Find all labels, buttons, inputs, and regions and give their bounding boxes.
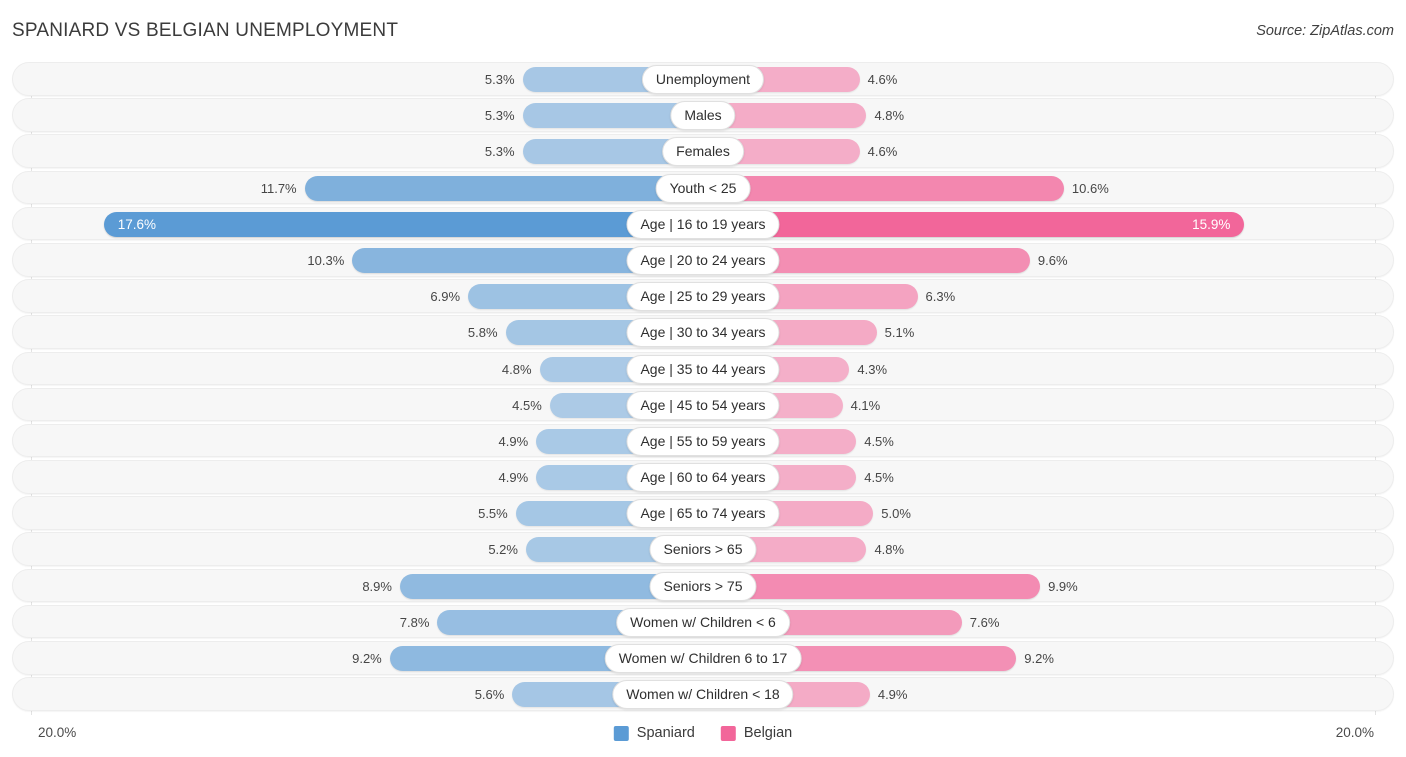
value-label-spaniard: 5.6% [474, 687, 505, 703]
value-label-belgian: 9.2% [1024, 651, 1054, 666]
chart-header: SPANIARD VS BELGIAN UNEMPLOYMENT Source:… [0, 0, 1406, 60]
category-label[interactable]: Women w/ Children < 18 [612, 680, 794, 710]
value-label-spaniard: 10.3% [307, 252, 345, 268]
value-label-spaniard: 17.6% [117, 216, 157, 232]
bar-belgian [703, 211, 1245, 237]
category-label[interactable]: Unemployment [641, 65, 765, 94]
bar-row[interactable]: 4.8% 4.3% Age | 35 to 44 years [12, 351, 1394, 386]
value-label-spaniard: 9.2% [352, 651, 382, 666]
bar-row[interactable]: 4.5% 4.1% Age | 45 to 54 years [12, 387, 1394, 422]
bar-row[interactable]: 11.7% 10.6% Youth < 25 [12, 170, 1394, 205]
value-label-belgian: 4.5% [864, 470, 894, 486]
category-label[interactable]: Seniors > 65 [649, 535, 757, 565]
legend-swatch-icon [613, 725, 629, 741]
value-label-spaniard: 4.9% [498, 470, 529, 486]
category-label[interactable]: Seniors > 75 [649, 571, 757, 601]
category-label[interactable]: Youth < 25 [655, 173, 751, 203]
value-label-belgian: 9.9% [1048, 578, 1078, 594]
value-label-belgian: 15.9% [1192, 216, 1231, 232]
legend-swatch-icon [720, 725, 736, 741]
value-label-spaniard: 5.2% [488, 542, 518, 558]
value-label-spaniard: 4.8% [501, 361, 532, 377]
value-label-spaniard: 11.7% [260, 180, 297, 196]
value-label-belgian: 4.5% [864, 433, 894, 449]
category-label[interactable]: Age | 60 to 64 years [626, 463, 780, 493]
bar-row[interactable]: 4.9% 4.5% Age | 60 to 64 years [12, 460, 1394, 494]
value-label-spaniard: 5.3% [484, 144, 515, 160]
value-label-spaniard: 4.5% [512, 397, 542, 413]
category-label[interactable]: Age | 45 to 54 years [626, 390, 780, 420]
category-label[interactable]: Women w/ Children 6 to 17 [604, 644, 802, 673]
category-label[interactable]: Age | 35 to 44 years [626, 354, 780, 384]
bar-row[interactable]: 17.6% 15.9% Age | 16 to 19 years [12, 206, 1394, 241]
value-label-belgian: 5.0% [881, 506, 911, 522]
bar-belgian [703, 175, 1064, 201]
value-label-belgian: 9.6% [1037, 252, 1068, 268]
bar-row[interactable]: 5.3% 4.8% Males [12, 98, 1394, 132]
bar-row[interactable]: 4.9% 4.5% Age | 55 to 59 years [12, 423, 1394, 458]
value-label-spaniard: 7.8% [399, 614, 430, 630]
value-label-belgian: 4.6% [867, 144, 898, 160]
bar-row[interactable]: 6.9% 6.3% Age | 25 to 29 years [12, 279, 1394, 313]
value-label-belgian: 5.1% [884, 325, 915, 341]
page-title: SPANIARD VS BELGIAN UNEMPLOYMENT [12, 20, 399, 41]
bar-row[interactable]: 5.2% 4.8% Seniors > 65 [12, 532, 1394, 567]
legend-item[interactable]: Belgian [720, 725, 793, 741]
bar-row[interactable]: 5.3% 4.6% Females [12, 134, 1394, 168]
bar-row[interactable]: 5.5% 5.0% Age | 65 to 74 years [12, 496, 1394, 530]
bar-row[interactable]: 10.3% 9.6% Age | 20 to 24 years [12, 242, 1394, 277]
bar-row[interactable]: 5.6% 4.9% Women w/ Children < 18 [12, 677, 1394, 711]
value-label-spaniard: 5.3% [484, 72, 515, 87]
bar-rows: 5.3% 4.6% Unemployment 5.3% 4.8% Males 5.3% 4.6… [0, 62, 1406, 713]
category-label[interactable]: Age | 30 to 34 years [626, 318, 780, 348]
value-label-spaniard: 5.8% [467, 325, 498, 341]
bar-spaniard [103, 211, 703, 237]
value-label-belgian: 6.3% [925, 289, 956, 305]
value-label-belgian: 4.8% [874, 542, 905, 558]
axis-label-left: 20.0% [38, 725, 77, 740]
chart-footer: 20.0% 20.0% Spaniard Belgian [0, 715, 1406, 757]
category-label[interactable]: Women w/ Children < 6 [616, 607, 790, 637]
value-label-belgian: 10.6% [1071, 180, 1109, 196]
legend-item[interactable]: Spaniard [613, 725, 695, 741]
axis-label-right: 20.0% [1335, 725, 1374, 740]
chart-root: SPANIARD VS BELGIAN UNEMPLOYMENT Source:… [0, 0, 1406, 757]
value-label-spaniard: 6.9% [430, 289, 461, 305]
category-label[interactable]: Females [662, 137, 744, 167]
bar-row[interactable]: 7.8% 7.6% Women w/ Children < 6 [12, 604, 1394, 639]
legend-label: Belgian [743, 725, 793, 741]
value-label-spaniard: 8.9% [362, 578, 392, 594]
value-label-belgian: 4.3% [857, 361, 888, 377]
bar-row[interactable]: 9.2% 9.2% Women w/ Children 6 to 17 [12, 641, 1394, 675]
category-label[interactable]: Age | 20 to 24 years [626, 245, 780, 275]
value-label-belgian: 4.8% [874, 108, 905, 124]
bar-row[interactable]: 8.9% 9.9% Seniors > 75 [12, 568, 1394, 603]
category-label[interactable]: Age | 16 to 19 years [626, 209, 780, 239]
value-label-spaniard: 5.5% [478, 506, 508, 522]
value-label-belgian: 4.6% [867, 72, 898, 87]
source-attribution: Source: ZipAtlas.com [1256, 23, 1394, 39]
bar-row[interactable]: 5.3% 4.6% Unemployment [12, 62, 1394, 96]
category-label[interactable]: Age | 65 to 74 years [626, 499, 780, 529]
chart-legend: Spaniard Belgian [613, 725, 793, 741]
category-label[interactable]: Age | 25 to 29 years [626, 282, 780, 312]
value-label-belgian: 7.6% [969, 614, 1000, 630]
value-label-belgian: 4.1% [850, 397, 881, 413]
legend-label: Spaniard [636, 725, 695, 741]
value-label-spaniard: 5.3% [484, 108, 515, 124]
category-label[interactable]: Age | 55 to 59 years [626, 426, 780, 456]
value-label-belgian: 4.9% [877, 687, 908, 703]
value-label-spaniard: 4.9% [498, 433, 529, 449]
plot-area: 5.3% 4.6% Unemployment 5.3% 4.8% Males 5.3% 4.6… [0, 62, 1406, 715]
bar-spaniard [304, 175, 703, 201]
bar-row[interactable]: 5.8% 5.1% Age | 30 to 34 years [12, 315, 1394, 349]
category-label[interactable]: Males [670, 101, 736, 131]
